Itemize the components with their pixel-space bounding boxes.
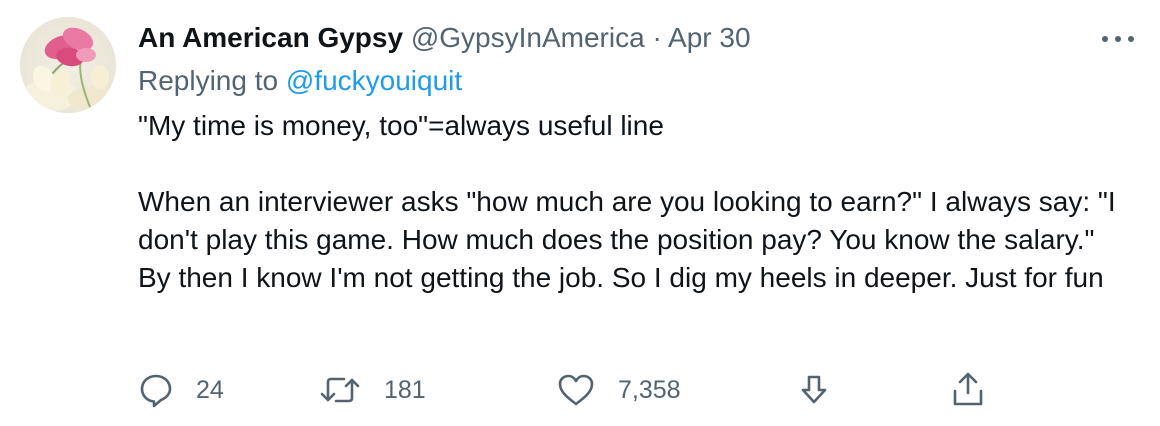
heart-icon — [558, 374, 594, 406]
avatar[interactable] — [20, 17, 116, 113]
replying-to-label: Replying to — [138, 65, 279, 96]
reply-button[interactable]: 24 — [138, 368, 224, 412]
download-icon — [801, 375, 827, 404]
tweet-date[interactable]: Apr 30 — [668, 22, 751, 53]
reply-count: 24 — [196, 375, 224, 404]
replying-to-mention[interactable]: @fuckyouiquit — [286, 65, 462, 96]
display-name[interactable]: An American Gypsy — [138, 22, 403, 53]
share-icon — [953, 372, 983, 406]
tweet-paragraph: "My time is money, too"=always useful li… — [138, 110, 664, 141]
tweet-header: An American Gypsy @GypsyInAmerica · Apr … — [138, 16, 1128, 60]
more-icon — [1102, 36, 1134, 42]
share-button[interactable] — [950, 368, 986, 412]
avatar-flower-image — [20, 17, 116, 113]
replying-to-line: Replying to @fuckyouiquit — [138, 61, 1128, 101]
tweet-actions: 24 181 7,358 — [138, 368, 1138, 412]
download-button[interactable] — [796, 368, 832, 412]
tweet-content: An American Gypsy @GypsyInAmerica · Apr … — [138, 16, 1128, 297]
user-handle[interactable]: @GypsyInAmerica — [411, 22, 645, 53]
retweet-count: 181 — [384, 375, 426, 404]
retweet-icon — [320, 377, 360, 403]
tweet[interactable]: An American Gypsy @GypsyInAmerica · Apr … — [0, 0, 1160, 426]
like-button[interactable]: 7,358 — [556, 368, 681, 412]
reply-icon — [140, 374, 172, 408]
like-count: 7,358 — [618, 375, 681, 404]
retweet-button[interactable]: 181 — [318, 368, 426, 412]
separator-dot: · — [652, 22, 662, 53]
tweet-paragraph: When an interviewer asks "how much are y… — [138, 186, 1116, 293]
more-options-button[interactable] — [1097, 28, 1141, 50]
tweet-text: "My time is money, too"=always useful li… — [138, 107, 1128, 297]
